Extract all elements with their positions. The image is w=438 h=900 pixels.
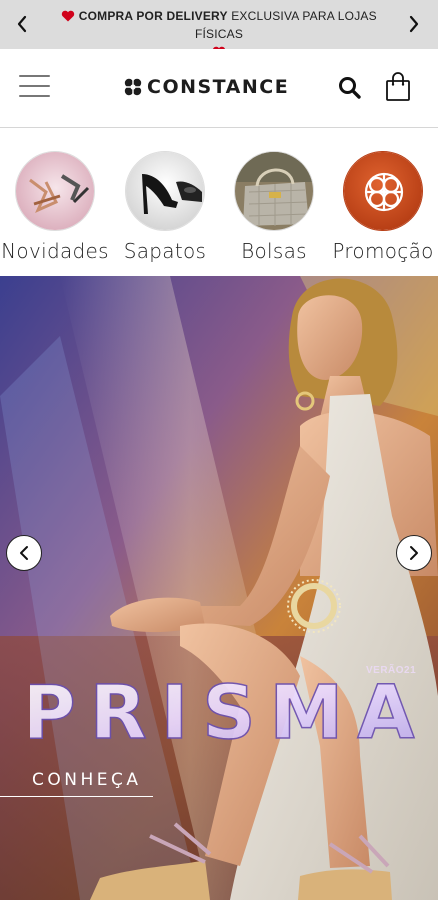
category-thumbnail xyxy=(125,151,205,231)
category-label: Sapatos xyxy=(123,239,207,263)
category-label: Promoção xyxy=(332,239,434,263)
announcement-prev-button[interactable] xyxy=(12,12,32,36)
category-label: Novidades xyxy=(1,239,109,263)
logo-mark-icon xyxy=(123,77,143,97)
banner-title-text: PRISMA xyxy=(30,672,420,752)
banner-title: PRISMA xyxy=(30,672,420,752)
hero-banner[interactable]: VERÃO21 PRISMA CONHEÇA xyxy=(0,276,438,900)
announcement-bold-text: COMPRA POR DELIVERY xyxy=(78,9,228,23)
banner-cta-link[interactable]: CONHEÇA xyxy=(32,770,142,790)
category-thumbnail xyxy=(15,151,95,231)
hamburger-menu-icon xyxy=(19,75,50,77)
hamburger-line xyxy=(19,85,50,87)
category-carousel: Novidades Sapatos Bolsas Promoção xyxy=(0,129,438,276)
shopping-bag-icon xyxy=(386,72,410,101)
logo-text: CONSTANCE xyxy=(147,76,290,98)
category-thumbnail xyxy=(343,151,423,231)
search-button[interactable] xyxy=(337,75,363,101)
banner-prev-button[interactable] xyxy=(6,535,42,571)
menu-button[interactable] xyxy=(19,73,51,99)
brand-logo[interactable]: CONSTANCE xyxy=(123,74,289,100)
category-thumbnail xyxy=(234,151,314,231)
chevron-right-icon xyxy=(409,15,419,33)
announcement-bar: COMPRA POR DELIVERY EXCLUSIVA PARA LOJAS… xyxy=(0,0,438,58)
hero-image xyxy=(0,276,438,900)
chevron-right-icon xyxy=(410,546,418,560)
chevron-left-icon xyxy=(20,546,28,560)
sandal-image xyxy=(16,152,94,230)
category-sapatos[interactable]: Sapatos xyxy=(110,151,220,263)
handbag-image xyxy=(235,152,313,230)
category-label: Bolsas xyxy=(241,239,307,263)
site-header: CONSTANCE xyxy=(0,49,438,128)
category-novidades[interactable]: Novidades xyxy=(0,151,110,263)
banner-next-button[interactable] xyxy=(396,535,432,571)
cta-underline xyxy=(0,796,153,797)
search-icon xyxy=(339,77,361,99)
category-promocao[interactable]: Promoção xyxy=(328,151,438,263)
shoe-image xyxy=(126,152,204,230)
category-bolsas[interactable]: Bolsas xyxy=(219,151,329,263)
announcement-next-button[interactable] xyxy=(404,12,424,36)
hamburger-line xyxy=(19,95,50,97)
cart-button[interactable] xyxy=(384,71,412,103)
chevron-left-icon xyxy=(17,15,27,33)
heart-icon xyxy=(61,10,75,22)
promo-logo-icon xyxy=(344,152,422,230)
